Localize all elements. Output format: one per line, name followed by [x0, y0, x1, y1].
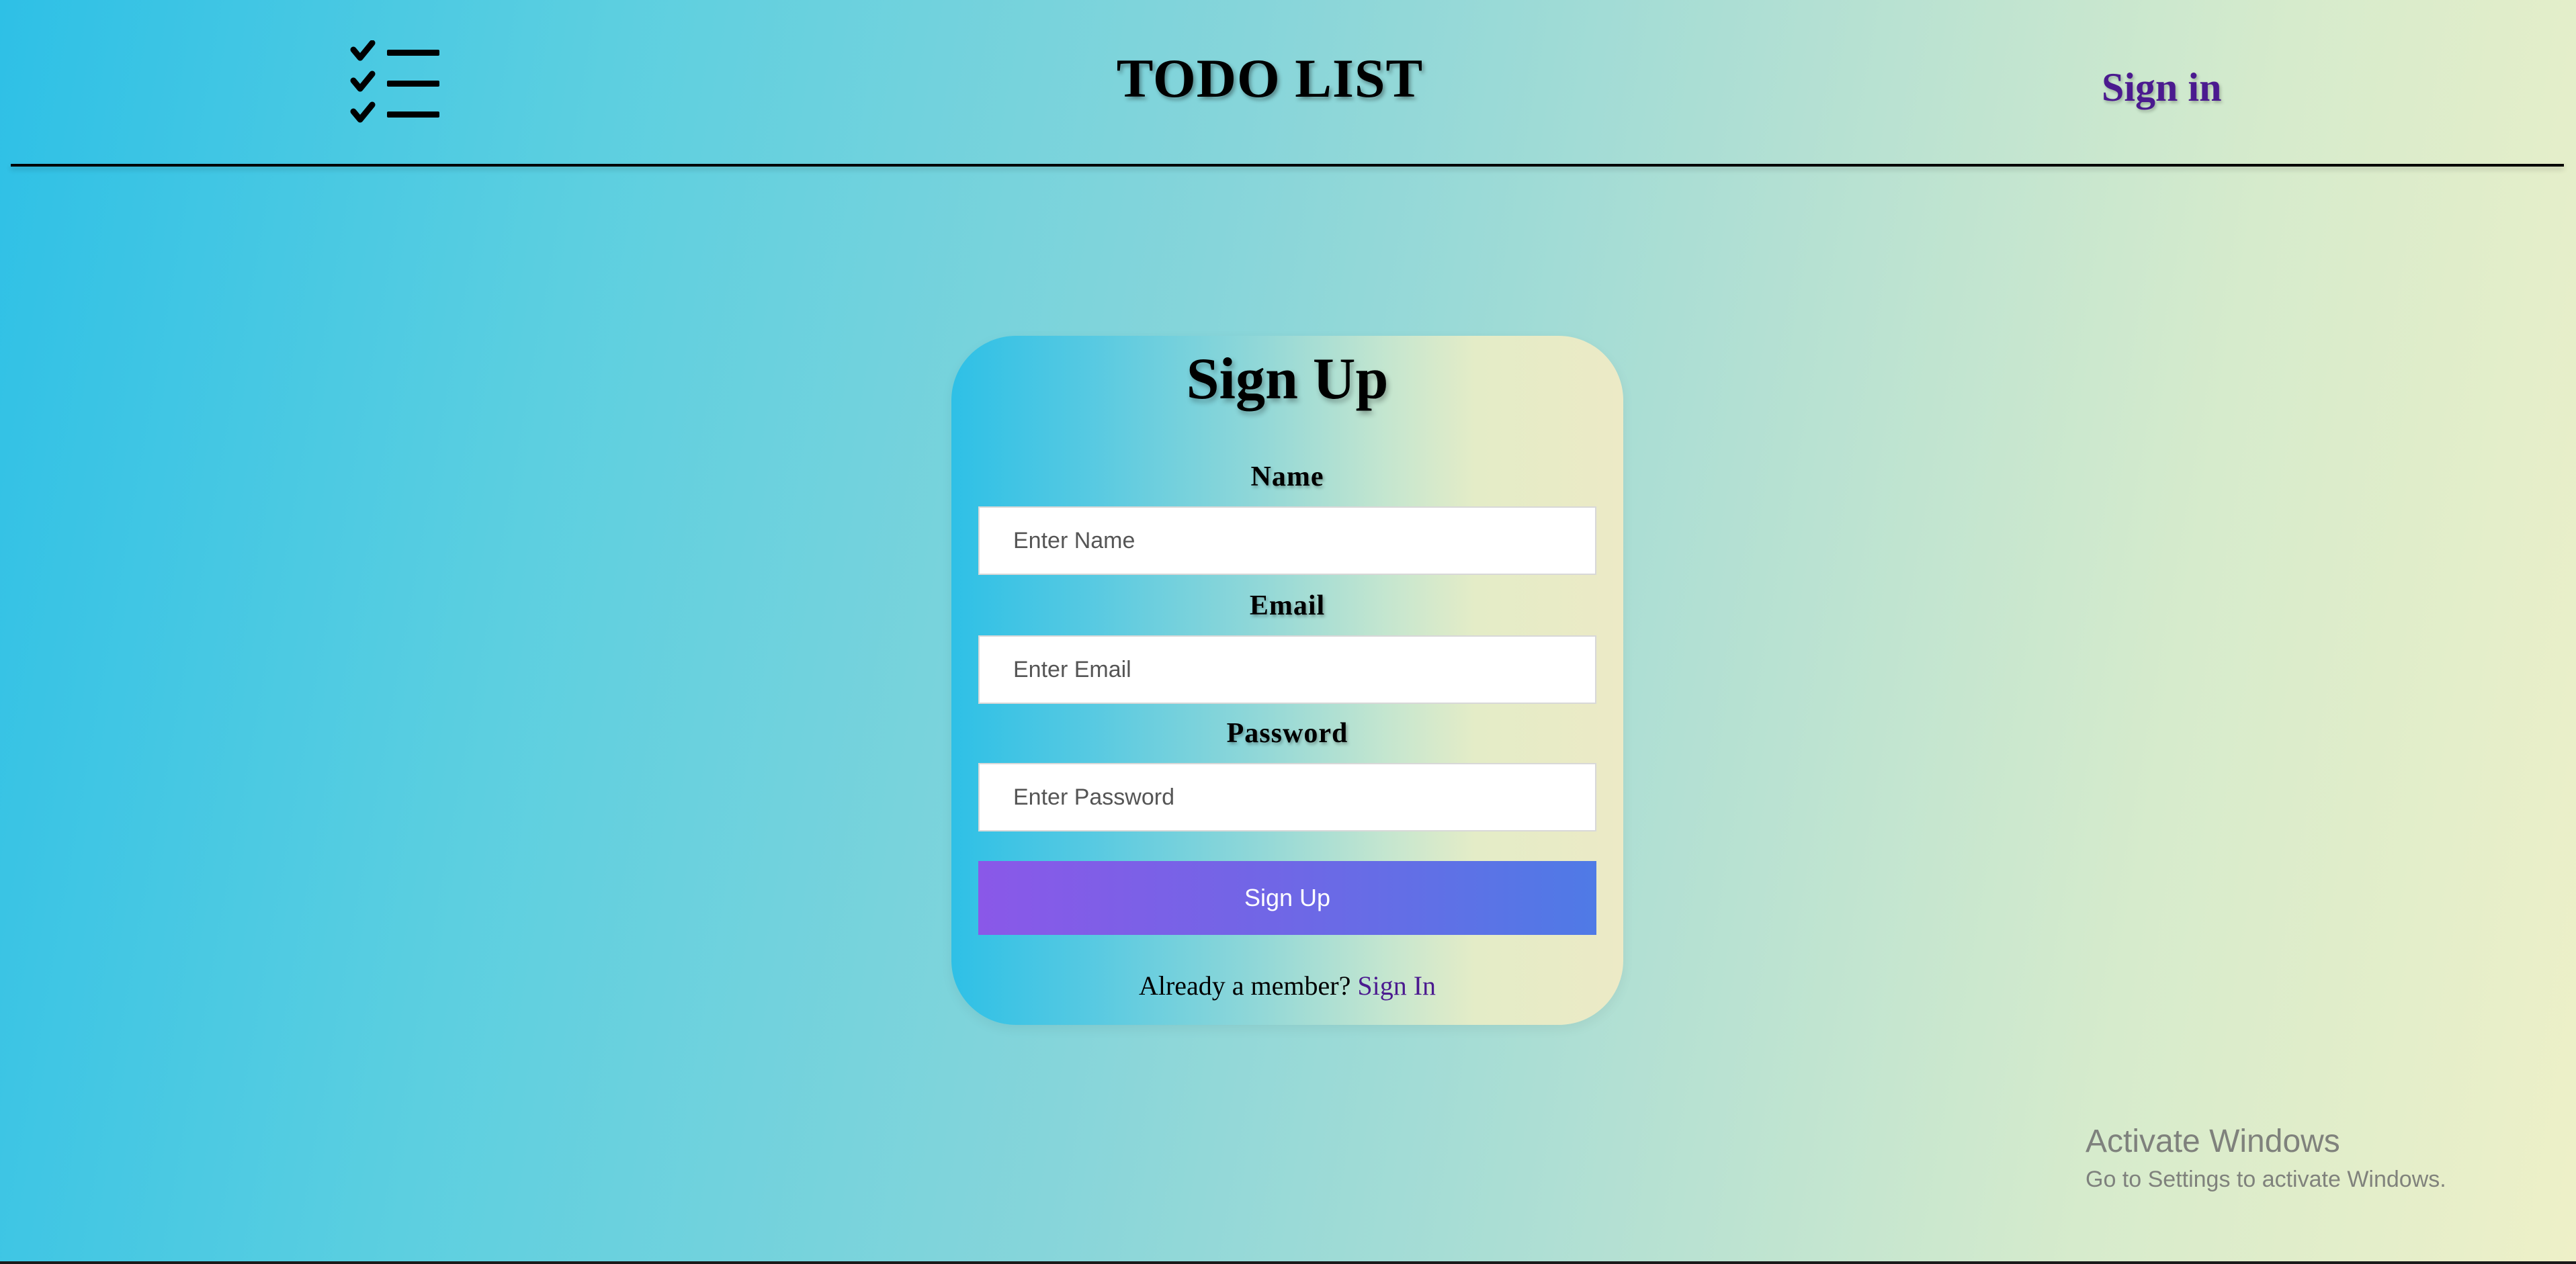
watermark-subtitle: Go to Settings to activate Windows.: [2086, 1167, 2446, 1192]
email-input[interactable]: [978, 635, 1596, 704]
email-label: Email: [1249, 590, 1326, 621]
signup-card: Sign Up Name Email Password Sign Up Alre…: [951, 336, 1623, 1025]
name-input[interactable]: [978, 506, 1596, 575]
activate-windows-watermark: Activate Windows Go to Settings to activ…: [2086, 1120, 2446, 1195]
password-input[interactable]: [978, 763, 1596, 831]
watermark-title: Activate Windows: [2086, 1124, 2340, 1159]
signin-prompt: Already a member? Sign In: [951, 970, 1623, 1001]
bottom-edge: [0, 1261, 2576, 1264]
header: TODO LIST Sign in: [0, 0, 2576, 167]
signin-prompt-text: Already a member?: [1138, 970, 1358, 1001]
header-signin-link[interactable]: Sign in: [2102, 64, 2221, 111]
signup-button[interactable]: Sign Up: [978, 861, 1596, 935]
password-label: Password: [1226, 718, 1348, 749]
signin-link[interactable]: Sign In: [1357, 970, 1436, 1001]
name-label: Name: [1250, 461, 1324, 492]
signup-title: Sign Up: [1186, 347, 1389, 412]
header-divider: [11, 164, 2564, 167]
